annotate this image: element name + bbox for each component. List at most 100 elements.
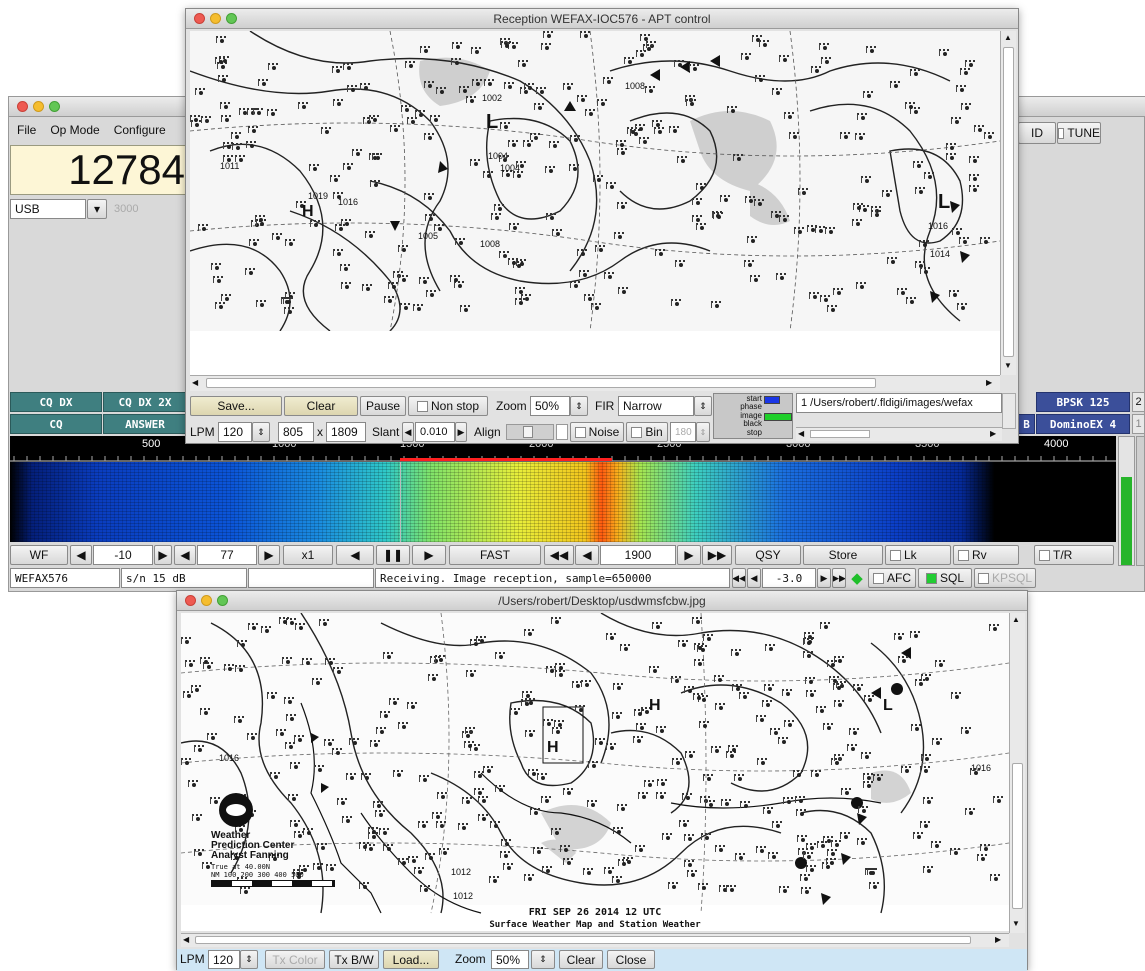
gain-value-field[interactable]: -10 <box>93 545 153 565</box>
range-value-field[interactable]: 77 <box>197 545 257 565</box>
wf-right-button[interactable]: ▶ <box>412 545 446 565</box>
lock-toggle[interactable]: Lk <box>885 545 951 565</box>
scroll-left-icon[interactable]: ◀ <box>192 378 202 388</box>
tune-button[interactable]: TUNE <box>1057 122 1101 144</box>
minimize-window-icon[interactable] <box>201 595 212 606</box>
close-button[interactable]: Close <box>607 950 655 969</box>
binary-threshold-field[interactable]: 180 <box>670 422 696 442</box>
offset-down-button[interactable]: ◀ <box>747 568 761 588</box>
menu-op-mode[interactable]: Op Mode <box>50 123 99 137</box>
scroll-right-icon[interactable]: ▶ <box>995 935 1001 944</box>
menu-configure[interactable]: Configure <box>114 123 166 137</box>
scrollbar-thumb[interactable] <box>810 430 870 438</box>
scrollbar-thumb[interactable] <box>195 936 971 944</box>
image-height-field[interactable]: 1809 <box>326 422 366 442</box>
squelch-slider[interactable] <box>1136 436 1145 566</box>
file-path-scrollbar[interactable]: ◀ ▶ <box>796 427 1002 441</box>
status-mode[interactable]: WEFAX576 <box>10 568 120 588</box>
zoom-window-icon[interactable] <box>217 595 228 606</box>
range-down-button[interactable]: ◀ <box>174 545 196 565</box>
tx-color-button[interactable]: Tx Color <box>265 950 325 969</box>
lpm-select[interactable]: 120 <box>218 422 252 442</box>
offset-field[interactable]: -3.0 <box>762 568 816 588</box>
scroll-left-icon[interactable]: ◀ <box>183 935 189 944</box>
macro-answer[interactable]: ANSWER <box>103 414 187 434</box>
carrier-up-button[interactable]: ▶ <box>677 545 701 565</box>
offset-fast-up-button[interactable]: ▶▶ <box>832 568 846 588</box>
close-window-icon[interactable] <box>194 13 205 24</box>
macro-cq[interactable]: CQ <box>10 414 102 434</box>
image-width-field[interactable]: 805 <box>278 422 314 442</box>
kpsql-toggle[interactable]: KPSQL <box>974 568 1036 588</box>
macro-dominoex-4[interactable]: DominoEX 4 <box>1036 414 1130 434</box>
noise-toggle[interactable]: Noise <box>570 422 624 442</box>
slant-down-button[interactable]: ◀ <box>402 422 414 442</box>
zoom-x1-button[interactable]: x1 <box>283 545 333 565</box>
afc-toggle[interactable]: AFC <box>868 568 916 588</box>
scrollbar-thumb[interactable] <box>1012 763 1023 909</box>
pause-button[interactable]: Pause <box>360 396 406 416</box>
image-horizontal-scrollbar[interactable]: ◀ ▶ <box>181 933 1009 947</box>
reverse-toggle[interactable]: Rv <box>953 545 1019 565</box>
id-button[interactable]: ID <box>1018 122 1056 144</box>
zoom-window-icon[interactable] <box>49 101 60 112</box>
bandwidth-field[interactable]: 3000 <box>110 199 188 219</box>
zoom-select[interactable]: 50% <box>491 950 529 969</box>
reception-horizontal-scrollbar[interactable]: ◀ ▶ <box>190 375 1000 391</box>
file-path-resize-handle[interactable] <box>1002 393 1016 429</box>
wf-pause-button[interactable]: ❚❚ <box>376 545 410 565</box>
scroll-right-icon[interactable]: ▶ <box>986 378 996 388</box>
qsy-button[interactable]: QSY <box>735 545 801 565</box>
align-toggle[interactable] <box>556 424 568 440</box>
macro-cq-dx-2x[interactable]: CQ DX 2X <box>103 392 187 412</box>
clear-button[interactable]: Clear <box>284 396 358 416</box>
scroll-up-icon[interactable]: ▲ <box>1012 615 1020 624</box>
close-window-icon[interactable] <box>185 595 196 606</box>
store-button[interactable]: Store <box>803 545 883 565</box>
wf-mode-button[interactable]: WF <box>10 545 68 565</box>
fir-spinner[interactable]: ⇕ <box>694 396 712 416</box>
clear-button[interactable]: Clear <box>559 950 603 969</box>
mode-dropdown-button[interactable]: ▾ <box>87 199 107 219</box>
align-slider[interactable] <box>506 424 554 440</box>
load-button[interactable]: Load... <box>383 950 439 969</box>
macro-cq-dx[interactable]: CQ DX <box>10 392 102 412</box>
scrollbar-thumb[interactable] <box>1003 47 1014 357</box>
binary-threshold-spinner[interactable]: ⇕ <box>696 422 710 442</box>
scroll-left-icon[interactable]: ◀ <box>798 429 804 438</box>
file-path-field[interactable]: 1 /Users/robert/.fldigi/images/wefax <box>796 393 1002 413</box>
macro-page-1[interactable]: 1 <box>1132 414 1145 434</box>
binary-toggle[interactable]: Bin <box>626 422 668 442</box>
zoom-select[interactable]: 50% <box>530 396 570 416</box>
zoom-spinner[interactable]: ⇕ <box>531 950 555 969</box>
carrier-fast-up-button[interactable]: ▶▶ <box>702 545 732 565</box>
image-vertical-scrollbar[interactable]: ▲ ▼ <box>1009 613 1025 933</box>
weather-map-image[interactable]: 1016 1016 1012 1012 H H L Weather Predic… <box>181 613 1009 931</box>
save-button[interactable]: Save... <box>190 396 282 416</box>
gain-up-button[interactable]: ▶ <box>154 545 172 565</box>
range-up-button[interactable]: ▶ <box>258 545 280 565</box>
lpm-spinner[interactable]: ⇕ <box>252 422 270 442</box>
carrier-fast-down-button[interactable]: ◀◀ <box>544 545 574 565</box>
macro-bpsk-125[interactable]: BPSK 125 <box>1036 392 1130 412</box>
menu-file[interactable]: File <box>17 123 36 137</box>
macro-page-2[interactable]: 2 <box>1132 392 1145 412</box>
lpm-spinner[interactable]: ⇕ <box>240 950 258 969</box>
macro-b[interactable]: B <box>1018 414 1035 434</box>
fir-select[interactable]: Narrow <box>618 396 694 416</box>
slant-up-button[interactable]: ▶ <box>455 422 467 442</box>
waterfall-display[interactable] <box>10 462 1116 542</box>
non-stop-toggle[interactable]: Non stop <box>408 396 488 416</box>
minimize-window-icon[interactable] <box>33 101 44 112</box>
scroll-up-icon[interactable]: ▲ <box>1003 33 1013 43</box>
close-window-icon[interactable] <box>17 101 28 112</box>
zoom-spinner[interactable]: ⇕ <box>570 396 588 416</box>
carrier-down-button[interactable]: ◀ <box>575 545 599 565</box>
offset-fast-down-button[interactable]: ◀◀ <box>732 568 746 588</box>
wf-speed-button[interactable]: FAST <box>449 545 541 565</box>
zoom-window-icon[interactable] <box>226 13 237 24</box>
carrier-frequency-field[interactable]: 1900 <box>600 545 676 565</box>
reception-vertical-scrollbar[interactable]: ▲ ▼ <box>1000 31 1016 375</box>
wf-left-button[interactable]: ◀ <box>336 545 374 565</box>
tr-toggle[interactable]: T/R <box>1034 545 1114 565</box>
